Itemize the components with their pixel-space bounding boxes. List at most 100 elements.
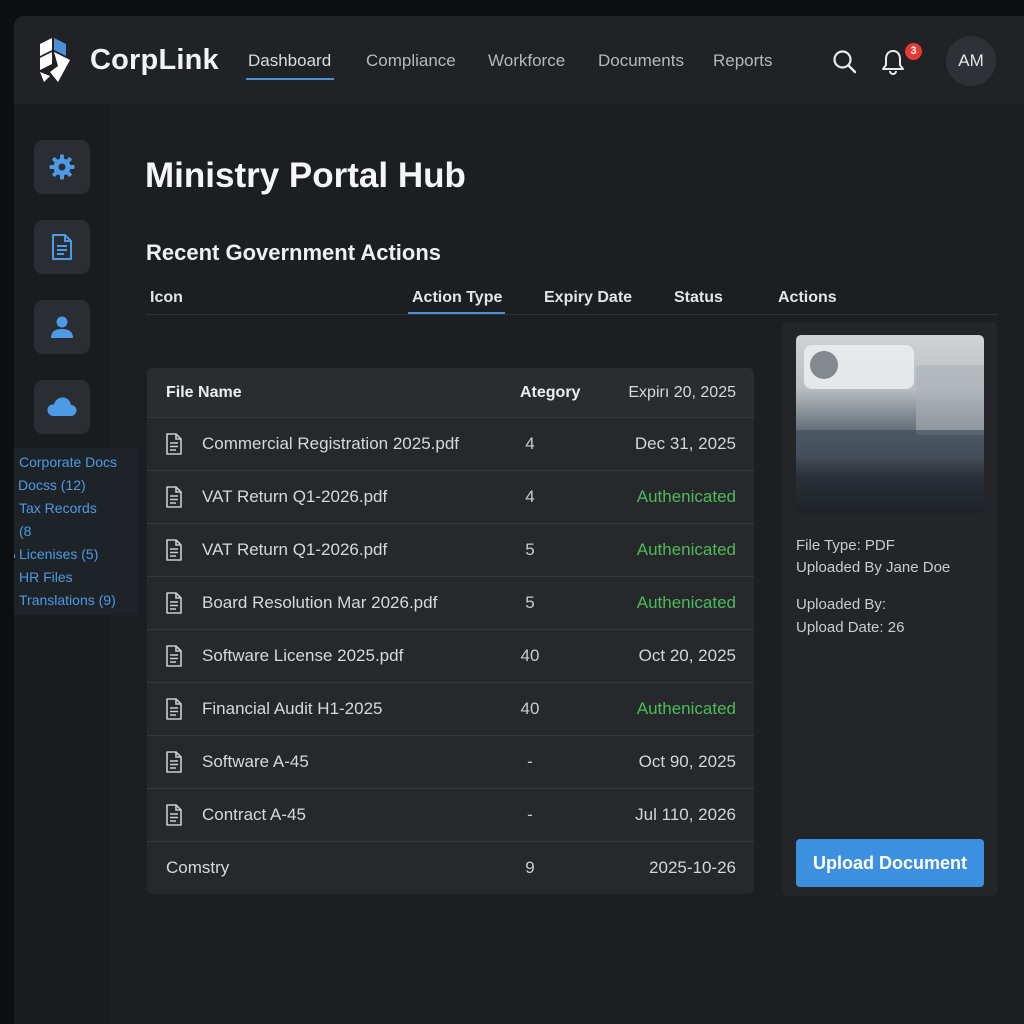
file-icon xyxy=(166,592,182,614)
table-row[interactable]: Board Resolution Mar 2026.pdf 5 Authenicat… xyxy=(147,577,754,630)
file-category: 9 xyxy=(525,858,535,877)
status-authenticated: Authenicated xyxy=(636,593,736,612)
search-icon[interactable] xyxy=(832,49,858,75)
top-navbar: CorpLink Dashboard Compliance Workforce … xyxy=(14,16,1024,104)
folder-label: Corporate Docs xyxy=(19,453,118,470)
uploaded-by: Uploaded By: xyxy=(796,596,887,613)
expiry-date: Oct 90, 2025 xyxy=(638,752,736,771)
folder-list: ▤Corporate Docs Docss (12) ▣Tax Records … xyxy=(14,448,138,615)
table-row[interactable]: VAT Return Q1-2026.pdf 5 Authenicated xyxy=(147,524,754,577)
status-authenticated: Authenicated xyxy=(636,540,736,559)
table-row[interactable]: Contract A-45 - Jul 110, 2026 xyxy=(147,789,754,842)
folder-item-tax-records[interactable]: ▣Tax Records xyxy=(14,496,138,519)
status-authenticated: Authenicated xyxy=(636,699,736,718)
table-row[interactable]: Comstry 9 2025-10-26 xyxy=(147,842,754,894)
app-window: CorpLink Dashboard Compliance Workforce … xyxy=(14,16,1024,1024)
user-icon xyxy=(51,316,73,338)
header-category[interactable]: Ategory xyxy=(520,384,580,402)
avatar[interactable]: AM xyxy=(946,36,996,86)
expiry-date: Jul 110, 2026 xyxy=(635,805,736,824)
column-header-expiry-date[interactable]: Expiry Date xyxy=(544,289,632,307)
nav-workforce[interactable]: Workforce xyxy=(488,51,565,71)
header-file-name[interactable]: File Name xyxy=(166,384,242,402)
folder-item-corporate-docs[interactable]: ▤Corporate Docs xyxy=(14,450,138,473)
folder-item-licenses[interactable]: ▬Licenises (5) xyxy=(14,542,138,565)
file-icon xyxy=(166,645,182,667)
uploaded-by-name: Uploaded By Jane Doe xyxy=(796,559,951,576)
gear-icon xyxy=(49,154,75,180)
file-name[interactable]: Contract A-45 xyxy=(202,805,306,825)
file-name[interactable]: Software A-45 xyxy=(202,752,309,772)
column-header-action-type[interactable]: Action Type xyxy=(412,289,502,307)
document-detail-panel: File Type: PDF Uploaded By Jane Doe Uplo… xyxy=(782,322,998,896)
sidebar-user-button[interactable] xyxy=(34,300,90,354)
file-icon xyxy=(166,486,182,508)
file-name[interactable]: VAT Return Q1-2026.pdf xyxy=(202,487,387,507)
gear-icon: ⚙ xyxy=(14,593,18,607)
folder-label: Translations (9) xyxy=(19,591,116,608)
column-header-actions[interactable]: Actions xyxy=(778,289,837,307)
header-expiry[interactable]: Expirı 20, 2025 xyxy=(628,384,736,402)
file-name[interactable]: VAT Return Q1-2026.pdf xyxy=(202,540,387,560)
file-name[interactable]: Financial Audit H1-2025 xyxy=(202,699,383,719)
cloud-icon xyxy=(47,397,77,416)
file-icon xyxy=(166,433,182,455)
expiry-date: 2025-10-26 xyxy=(649,858,736,877)
file-category: 4 xyxy=(525,487,535,506)
notification-badge: 3 xyxy=(905,43,922,60)
table-row[interactable]: Software A-45 - Oct 90, 2025 xyxy=(147,736,754,789)
folder-label: HR Files xyxy=(19,568,73,585)
documents-table: File Name Ategory Expirı 20, 2025 Commer… xyxy=(147,368,754,894)
folder-item-8[interactable]: ▦(8 xyxy=(14,519,138,542)
file-category: - xyxy=(527,805,533,824)
expiry-date: Oct 20, 2025 xyxy=(638,646,736,665)
nav-dashboard[interactable]: Dashboard xyxy=(248,51,331,71)
folder-icon: ▬ xyxy=(14,547,18,561)
nav-documents[interactable]: Documents xyxy=(598,51,684,71)
file-category: 4 xyxy=(525,434,535,453)
document-preview-image xyxy=(796,335,984,513)
nav-compliance[interactable]: Compliance xyxy=(366,51,456,71)
column-divider xyxy=(146,314,998,315)
document-icon xyxy=(52,234,72,260)
sidebar-settings-button[interactable] xyxy=(34,140,90,194)
sidebar-documents-button[interactable] xyxy=(34,220,90,274)
column-header-status[interactable]: Status xyxy=(674,289,723,307)
section-title: Recent Government Actions xyxy=(146,240,442,265)
file-icon xyxy=(166,698,182,720)
file-category: - xyxy=(527,752,533,771)
page-title: Ministry Portal Hub xyxy=(145,156,466,195)
file-category: 40 xyxy=(520,699,540,718)
table-row[interactable]: VAT Return Q1-2026.pdf 4 Authenicated xyxy=(147,471,754,524)
file-category: 40 xyxy=(520,646,540,665)
file-name[interactable]: Comstry xyxy=(166,858,229,878)
brand-name: CorpLink xyxy=(90,44,219,76)
list-icon: ▤ xyxy=(14,455,18,469)
table-row[interactable]: Software License 2025.pdf 40 Oct 20, 2025 xyxy=(147,630,754,683)
active-column-indicator xyxy=(408,312,505,314)
table-header: File Name Ategory Expirı 20, 2025 xyxy=(147,368,754,418)
nav-reports[interactable]: Reports xyxy=(713,51,773,71)
file-name[interactable]: Commercial Registration 2025.pdf xyxy=(202,434,459,454)
file-icon xyxy=(166,539,182,561)
folder-item-translations[interactable]: ⚙Translations (9) xyxy=(14,588,138,611)
bag-icon: ▣ xyxy=(14,501,18,515)
file-icon xyxy=(166,751,182,773)
file-name[interactable]: Board Resolution Mar 2026.pdf xyxy=(202,593,437,613)
folder-label: Tax Records xyxy=(19,499,97,516)
file-name[interactable]: Software License 2025.pdf xyxy=(202,646,403,666)
folder-item-hr-files[interactable]: ●HR Files xyxy=(14,565,138,588)
table-row[interactable]: Financial Audit H1-2025 40 Authenicated xyxy=(147,683,754,736)
file-category: 5 xyxy=(525,540,535,559)
users-icon: ● xyxy=(14,570,18,584)
status-authenticated: Authenicated xyxy=(636,487,736,506)
table-row[interactable]: Commercial Registration 2025.pdf 4 Dec 31,… xyxy=(147,418,754,471)
column-header-icon[interactable]: Icon xyxy=(150,289,183,307)
sidebar-cloud-button[interactable] xyxy=(34,380,90,434)
nav-active-indicator xyxy=(246,78,334,80)
calendar-icon: ▦ xyxy=(14,524,18,538)
folder-item-docss[interactable]: Docss (12) xyxy=(14,473,138,496)
upload-document-button[interactable]: Upload Document xyxy=(796,839,984,887)
corplink-logo-icon xyxy=(40,38,70,82)
bell-icon[interactable] xyxy=(880,48,906,76)
